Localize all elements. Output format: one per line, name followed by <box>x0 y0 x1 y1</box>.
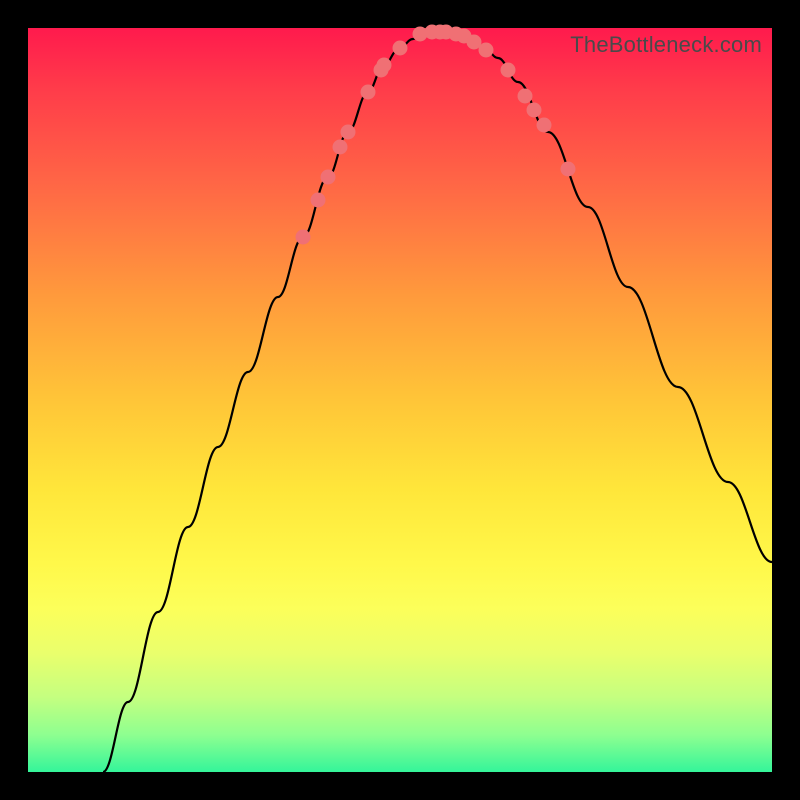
curve-marker <box>527 103 542 118</box>
curve-marker <box>361 85 376 100</box>
curve-marker <box>377 58 392 73</box>
curve-marker <box>501 63 516 78</box>
curve-marker <box>518 89 533 104</box>
curve-marker <box>561 162 576 177</box>
curve-marker <box>393 41 408 56</box>
curve-marker <box>321 170 336 185</box>
curve-marker <box>341 125 356 140</box>
curve-marker <box>479 43 494 58</box>
chart-svg <box>28 28 772 772</box>
curve-markers <box>296 25 576 245</box>
curve-line <box>103 32 772 772</box>
curve-marker <box>333 140 348 155</box>
chart-plot-area: TheBottleneck.com <box>28 28 772 772</box>
curve-marker <box>311 193 326 208</box>
curve-marker <box>296 230 311 245</box>
curve-marker <box>537 118 552 133</box>
